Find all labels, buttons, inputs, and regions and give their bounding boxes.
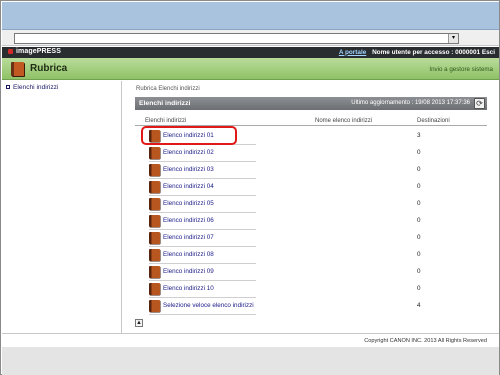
- panel-header: Elenchi indirizzi Ultimo aggiornamento :…: [135, 97, 487, 110]
- address-book-icon: [11, 62, 24, 76]
- table-row[interactable]: Elenco indirizzi 04 0: [135, 179, 487, 196]
- table-row[interactable]: Elenco indirizzi 02 0: [135, 145, 487, 162]
- destinations-count: 4: [417, 302, 421, 309]
- table-row[interactable]: Selezione veloce elenco indirizzi 4: [135, 298, 487, 315]
- browser-toolbar: ▾: [2, 30, 499, 46]
- page-top-icon[interactable]: ▲: [135, 319, 143, 327]
- user-label: Nome utente per accesso : 0000001: [372, 48, 481, 56]
- destinations-count: 0: [417, 166, 421, 173]
- app-header: Rubrica Invio a gestore sistema: [2, 58, 499, 80]
- list-name-link[interactable]: Elenco indirizzi 06: [163, 217, 214, 224]
- table-row[interactable]: Elenco indirizzi 08 0: [135, 247, 487, 264]
- main-content: Rubrica Elenchi indirizzi Elenchi indiri…: [127, 81, 497, 333]
- destinations-count: 0: [417, 200, 421, 207]
- table-row[interactable]: Elenco indirizzi 07 0: [135, 230, 487, 247]
- panel-title: Elenchi indirizzi: [139, 99, 191, 107]
- top-header: imagePRESS A portale Nome utente per acc…: [2, 47, 499, 58]
- table-row[interactable]: Elenco indirizzi 06 0: [135, 213, 487, 230]
- destinations-count: 0: [417, 251, 421, 258]
- list-name-link[interactable]: Elenco indirizzi 02: [163, 149, 214, 156]
- list-name-link[interactable]: Elenco indirizzi 09: [163, 268, 214, 275]
- destinations-count: 0: [417, 234, 421, 241]
- brand-logo: imagePRESS: [8, 48, 61, 55]
- address-book-icon: [149, 249, 160, 261]
- portal-link[interactable]: A portale: [339, 49, 366, 56]
- column-header-list-name: Nome elenco indirizzi: [315, 118, 373, 124]
- address-book-icon: [149, 266, 160, 278]
- bullet-icon: [6, 85, 10, 89]
- table-row[interactable]: Elenco indirizzi 03 0: [135, 162, 487, 179]
- refresh-icon[interactable]: ⟳: [474, 98, 485, 109]
- footer: Copyright CANON INC. 2013 All Rights Res…: [2, 333, 499, 347]
- list-name-link[interactable]: Elenco indirizzi 08: [163, 251, 214, 258]
- address-book-icon: [149, 164, 160, 176]
- row-divider: [149, 314, 256, 315]
- breadcrumb: Rubrica Elenchi indirizzi: [136, 86, 200, 92]
- address-book-icon: [149, 181, 160, 193]
- browser-status-area: [2, 347, 499, 375]
- list-name-link[interactable]: Elenco indirizzi 03: [163, 166, 214, 173]
- table-row[interactable]: Elenco indirizzi 10 0: [135, 281, 487, 298]
- list-name-link[interactable]: Selezione veloce elenco indirizzi: [163, 302, 254, 309]
- list-name-link[interactable]: Elenco indirizzi 05: [163, 200, 214, 207]
- browser-titlebar: [2, 2, 499, 30]
- brand-name: imagePRESS: [16, 48, 61, 55]
- destinations-count: 0: [417, 285, 421, 292]
- destinations-count: 0: [417, 217, 421, 224]
- selection-highlight: [141, 126, 237, 145]
- address-book-icon: [149, 198, 160, 210]
- send-to-admin-link[interactable]: Invio a gestore sistema: [429, 66, 493, 73]
- address-dropdown-icon[interactable]: ▾: [448, 34, 458, 43]
- column-header-lists: Elenchi indirizzi: [145, 118, 187, 124]
- destinations-count: 0: [417, 183, 421, 190]
- table-row[interactable]: Elenco indirizzi 05 0: [135, 196, 487, 213]
- address-book-icon: [149, 147, 160, 159]
- sidebar-item-label: Elenchi indirizzi: [13, 84, 59, 91]
- column-header-destinations: Destinazioni: [417, 118, 450, 124]
- copyright-text: Copyright CANON INC. 2013 All Rights Res…: [364, 338, 487, 344]
- logout-link[interactable]: Esci: [482, 49, 495, 56]
- address-bar[interactable]: ▾: [14, 33, 459, 44]
- destinations-count: 3: [417, 132, 421, 139]
- last-update-text: Ultimo aggiornamento : 19/08 2013 17:37:…: [351, 100, 470, 106]
- list-name-link[interactable]: Elenco indirizzi 10: [163, 285, 214, 292]
- table-header: Elenchi indirizzi Nome elenco indirizzi …: [135, 117, 487, 126]
- page-title: Rubrica: [30, 63, 68, 74]
- sidebar: Elenchi indirizzi: [2, 81, 122, 333]
- list-name-link[interactable]: Elenco indirizzi 04: [163, 183, 214, 190]
- table-row[interactable]: Elenco indirizzi 09 0: [135, 264, 487, 281]
- sidebar-item-address-lists[interactable]: Elenchi indirizzi: [6, 84, 58, 92]
- canon-logo-icon: [8, 48, 13, 54]
- destinations-count: 0: [417, 268, 421, 275]
- address-book-icon: [149, 283, 160, 295]
- address-book-icon: [149, 215, 160, 227]
- list-name-link[interactable]: Elenco indirizzi 07: [163, 234, 214, 241]
- browser-window: ▾ imagePRESS A portale Nome utente per a…: [0, 0, 500, 375]
- destinations-count: 0: [417, 149, 421, 156]
- address-book-icon: [149, 300, 160, 312]
- user-info: A portale Nome utente per accesso : 0000…: [339, 49, 495, 56]
- address-book-icon: [149, 232, 160, 244]
